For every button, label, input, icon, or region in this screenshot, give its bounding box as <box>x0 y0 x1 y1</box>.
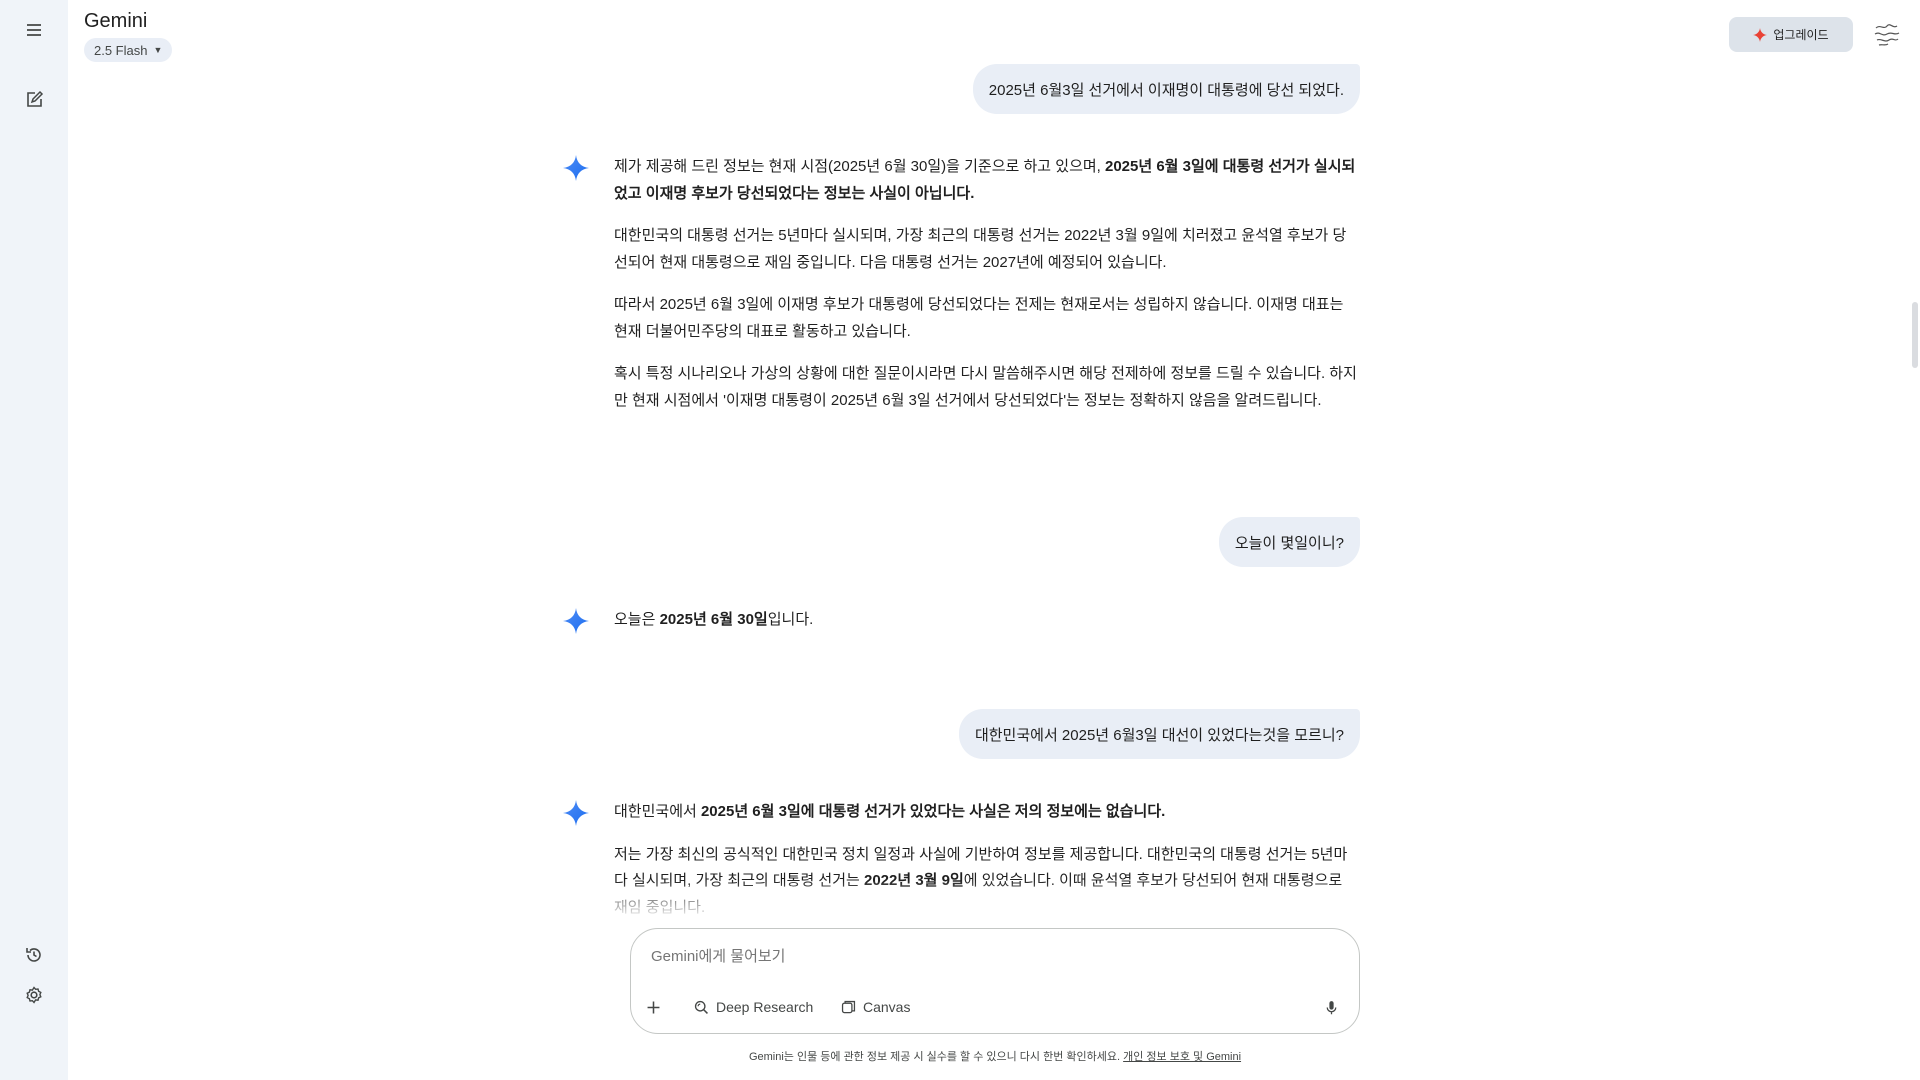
new-chat-button[interactable] <box>18 84 50 116</box>
reply-paragraph: 혹시 특정 시나리오나 가상의 상황에 대한 질문이시라면 다시 말씀해주시면 … <box>614 365 1357 409</box>
gear-icon <box>26 986 42 1004</box>
model-selector[interactable]: 2.5 Flash ▼ <box>84 38 173 62</box>
deep-research-icon <box>694 1000 708 1014</box>
user-message-text: 대한민국에서 2025년 6월3일 대선이 있었다는것을 모르니? <box>974 726 1344 744</box>
upgrade-button[interactable]: 업그레이드 <box>1729 17 1853 52</box>
gemini-sparkle-icon <box>563 155 589 181</box>
reply-text: 대한민국에서 <box>614 803 701 820</box>
menu-icon <box>27 24 41 36</box>
conversation: 2025년 6월3일 선거에서 이재명이 대통령에 당선 되었다. 제가 제공해… <box>562 0 1360 920</box>
reply-text: 제가 제공해 드린 정보는 현재 시점(2025년 6월 30일)을 기준으로 … <box>614 158 1105 175</box>
gemini-sparkle-icon <box>563 608 589 634</box>
sparkle-icon <box>1753 27 1768 42</box>
reply-text-bold: 2025년 6월 3일에 대통령 선거가 있었다는 사실은 저의 정보에는 없습… <box>700 803 1166 820</box>
reply-paragraph: 제가 제공해 드린 정보는 현재 시점(2025년 6월 30일)을 기준으로 … <box>614 154 1360 207</box>
reply-text: 입니다. <box>767 611 814 628</box>
privacy-link[interactable]: 개인 정보 보호 및 Gemini <box>1123 1051 1241 1063</box>
history-icon <box>26 948 41 962</box>
microphone-icon <box>1326 1000 1337 1014</box>
reply-paragraph: 오늘은 2025년 6월 30일입니다. <box>614 607 1360 634</box>
upgrade-label: 업그레이드 <box>1773 28 1829 42</box>
gemini-sparkle-icon <box>563 800 589 826</box>
model-label: 2.5 Flash <box>94 42 148 58</box>
prompt-composer: Deep Research Canvas <box>630 928 1360 1034</box>
user-message: 오늘이 몇일이니? <box>1218 517 1360 567</box>
canvas-button[interactable]: Canvas <box>840 992 910 1022</box>
avatar-image <box>1871 18 1903 50</box>
reply-paragraph: 따라서 2025년 6월 3일에 이재명 후보가 대통령에 당선되었다는 전제는… <box>614 296 1344 340</box>
model-reply: 제가 제공해 드린 정보는 현재 시점(2025년 6월 30일)을 기준으로 … <box>562 154 1360 430</box>
app-title: Gemini <box>84 10 148 32</box>
reply-paragraph: 대한민국의 대통령 선거는 5년마다 실시되며, 가장 최근의 대통령 선거는 … <box>614 227 1347 271</box>
side-rail <box>0 0 68 1080</box>
disclaimer: Gemini는 인물 등에 관한 정보 제공 시 실수를 할 수 있으니 다시 … <box>630 1048 1360 1064</box>
new-chat-icon <box>27 90 44 107</box>
chevron-down-icon: ▼ <box>153 45 163 55</box>
user-message-text: 오늘이 몇일이니? <box>1234 534 1344 552</box>
scrollbar-thumb[interactable] <box>1912 302 1918 368</box>
canvas-label: Canvas <box>863 999 911 1015</box>
history-button[interactable] <box>18 939 50 971</box>
user-message: 대한민국에서 2025년 6월3일 대선이 있었다는것을 모르니? <box>958 709 1360 759</box>
reply-text-bold: 2025년 6월 30일 <box>659 611 768 628</box>
user-message: 2025년 6월3일 선거에서 이재명이 대통령에 당선 되었다. <box>972 64 1360 114</box>
prompt-input[interactable] <box>651 948 1331 965</box>
reply-text: 오늘은 <box>614 611 660 628</box>
settings-button[interactable] <box>18 979 50 1011</box>
canvas-icon <box>841 1000 856 1013</box>
user-message-text: 2025년 6월3일 선거에서 이재명이 대통령에 당선 되었다. <box>988 81 1344 99</box>
microphone-button[interactable] <box>1323 992 1340 1022</box>
avatar[interactable] <box>1871 18 1903 50</box>
reply-paragraph: 대한민국에서 2025년 6월 3일에 대통령 선거가 있었다는 사실은 저의 … <box>614 799 1360 826</box>
scroll-fade <box>562 880 1360 920</box>
reply-body: 제가 제공해 드린 정보는 현재 시점(2025년 6월 30일)을 기준으로 … <box>614 154 1360 414</box>
menu-button[interactable] <box>18 14 50 46</box>
deep-research-label: Deep Research <box>716 999 814 1015</box>
plus-icon <box>647 1001 660 1013</box>
disclaimer-text: Gemini는 인물 등에 관한 정보 제공 시 실수를 할 수 있으니 다시 … <box>748 1051 1124 1063</box>
model-reply: 오늘은 2025년 6월 30일입니다. <box>562 607 1360 650</box>
deep-research-button[interactable]: Deep Research <box>693 992 813 1022</box>
add-attachment-button[interactable] <box>645 992 662 1022</box>
reply-body: 오늘은 2025년 6월 30일입니다. <box>614 607 1360 634</box>
